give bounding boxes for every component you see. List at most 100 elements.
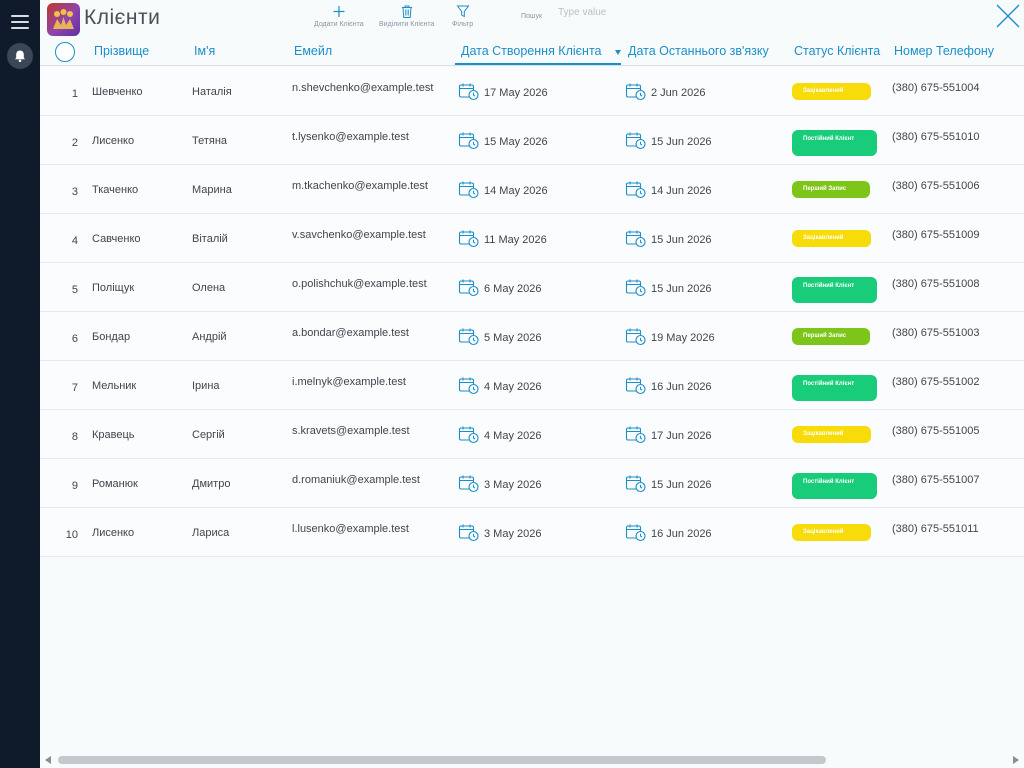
- status-badge: Зацікавлений: [792, 230, 871, 247]
- cell-created-date: 11 May 2026: [458, 228, 547, 248]
- cell-created-date: 5 May 2026: [458, 326, 541, 346]
- trash-icon: [401, 5, 412, 18]
- status-badge: Перший Запис: [792, 328, 870, 345]
- cell-created-date: 17 May 2026: [458, 81, 548, 101]
- status-badge: Постійний Клієнт: [792, 130, 877, 156]
- table-row[interactable]: 3 Ткаченко Марина m.tkachenko@example.test 1…: [40, 165, 1024, 214]
- last-contact-date-text: 14 Jun 2026: [651, 185, 712, 197]
- cell-created-date: 3 May 2026: [458, 473, 541, 493]
- hamburger-menu-icon[interactable]: [11, 15, 29, 29]
- sort-descending-icon[interactable]: [615, 50, 621, 55]
- column-header-email[interactable]: Емейл: [294, 44, 332, 58]
- table-row[interactable]: 8 Кравець Сергій s.kravets@example.test 4 Ma…: [40, 410, 1024, 459]
- last-contact-date-text: 2 Jun 2026: [651, 87, 706, 99]
- cell-surname: Савченко: [92, 233, 141, 245]
- created-date-text: 17 May 2026: [484, 87, 548, 99]
- cell-created-date: 14 May 2026: [458, 179, 548, 199]
- scroll-left-icon[interactable]: [45, 756, 51, 764]
- cell-phone: (380) 675-551008: [892, 278, 980, 290]
- select-client-button[interactable]: Виділити Клієнта: [379, 4, 434, 28]
- calendar-icon: [625, 132, 646, 150]
- sorted-column-indicator: [455, 63, 621, 65]
- cell-email: t.lysenko@example.test: [292, 131, 409, 143]
- column-header-last-contact[interactable]: Дата Останнього зв'язку: [628, 44, 769, 58]
- table-body: 1 Шевченко Наталія n.shevchenko@example.tes…: [40, 67, 1024, 557]
- calendar-icon: [458, 132, 479, 150]
- cell-name: Сергій: [192, 429, 225, 441]
- created-date-text: 14 May 2026: [484, 185, 548, 197]
- cell-last-contact-date: 15 Jun 2026: [625, 130, 712, 150]
- search-input[interactable]: [558, 4, 678, 20]
- table-row[interactable]: 2 Лисенко Тетяна t.lysenko@example.test 15 M…: [40, 116, 1024, 165]
- row-index: 4: [71, 235, 78, 247]
- row-index: 1: [71, 88, 78, 100]
- last-contact-date-text: 16 Jun 2026: [651, 381, 712, 393]
- column-header-surname[interactable]: Прізвище: [94, 44, 149, 58]
- calendar-icon: [458, 279, 479, 297]
- table-row[interactable]: 1 Шевченко Наталія n.shevchenko@example.tes…: [40, 67, 1024, 116]
- add-client-button[interactable]: Додати Клієнта: [314, 4, 364, 28]
- last-contact-date-text: 15 Jun 2026: [651, 136, 712, 148]
- calendar-icon: [625, 279, 646, 297]
- cell-name: Віталій: [192, 233, 228, 245]
- scroll-right-icon[interactable]: [1013, 756, 1019, 764]
- bell-icon: [14, 50, 26, 63]
- cell-last-contact-date: 14 Jun 2026: [625, 179, 712, 199]
- calendar-icon: [458, 524, 479, 542]
- table-row[interactable]: 5 Поліщук Олена o.polishchuk@example.test 6 …: [40, 263, 1024, 312]
- cell-surname: Кравець: [92, 429, 135, 441]
- notifications-button[interactable]: [7, 43, 33, 69]
- table-row[interactable]: 6 Бондар Андрій a.bondar@example.test 5 May …: [40, 312, 1024, 361]
- column-header-created[interactable]: Дата Створення Клієнта: [461, 44, 601, 58]
- calendar-icon: [625, 328, 646, 346]
- cell-name: Наталія: [192, 86, 232, 98]
- table-row[interactable]: 7 Мельник Ірина i.melnyk@example.test 4 May …: [40, 361, 1024, 410]
- status-badge: Зацікавлений: [792, 524, 871, 541]
- last-contact-date-text: 16 Jun 2026: [651, 528, 712, 540]
- cell-status: Перший Запис: [792, 165, 870, 198]
- calendar-icon: [458, 83, 479, 101]
- add-client-label: Додати Клієнта: [314, 21, 364, 28]
- table-row[interactable]: 9 Романюк Дмитро d.romaniuk@example.test 3 M…: [40, 459, 1024, 508]
- horizontal-scrollbar[interactable]: [40, 752, 1024, 768]
- column-header-phone[interactable]: Номер Телефону: [894, 44, 994, 58]
- created-date-text: 4 May 2026: [484, 430, 542, 442]
- cell-surname: Лисенко: [92, 527, 135, 539]
- calendar-icon: [458, 426, 479, 444]
- calendar-icon: [625, 426, 646, 444]
- calendar-icon: [625, 83, 646, 101]
- column-header-status[interactable]: Статус Клієнта: [794, 44, 880, 58]
- calendar-icon: [458, 328, 479, 346]
- select-all-checkbox[interactable]: [55, 42, 75, 62]
- cell-created-date: 15 May 2026: [458, 130, 548, 150]
- cell-phone: (380) 675-551004: [892, 82, 980, 94]
- search-label: Пошук: [521, 13, 543, 20]
- top-toolbar: Клієнти Додати Клієнта Виділити Клієнта …: [40, 0, 1024, 40]
- status-badge: Постійний Клієнт: [792, 277, 877, 303]
- last-contact-date-text: 15 Jun 2026: [651, 234, 712, 246]
- column-header-name[interactable]: Ім'я: [194, 44, 215, 58]
- close-button[interactable]: [994, 2, 1022, 30]
- cell-status: Перший Запис: [792, 312, 870, 345]
- cell-created-date: 4 May 2026: [458, 424, 541, 444]
- cell-phone: (380) 675-551005: [892, 425, 980, 437]
- table-row[interactable]: 10 Лисенко Лариса l.lusenko@example.test 3 M…: [40, 508, 1024, 557]
- cell-last-contact-date: 2 Jun 2026: [625, 81, 705, 101]
- cell-status: Постійний Клієнт: [792, 459, 877, 499]
- cell-last-contact-date: 15 Jun 2026: [625, 277, 712, 297]
- calendar-icon: [625, 181, 646, 199]
- cell-name: Олена: [192, 282, 226, 294]
- cell-email: n.shevchenko@example.test: [292, 82, 434, 94]
- row-index: 3: [71, 186, 78, 198]
- cell-name: Тетяна: [192, 135, 228, 147]
- table-row[interactable]: 4 Савченко Віталій v.savchenko@example.test…: [40, 214, 1024, 263]
- cell-status: Постійний Клієнт: [792, 116, 877, 156]
- close-icon: [996, 4, 1020, 28]
- last-contact-date-text: 19 May 2026: [651, 332, 715, 344]
- status-badge: Постійний Клієнт: [792, 375, 877, 401]
- plus-icon: [333, 6, 345, 17]
- cell-status: Постійний Клієнт: [792, 263, 877, 303]
- scrollbar-thumb[interactable]: [58, 756, 826, 764]
- filter-button[interactable]: Фільтр: [452, 4, 473, 28]
- cell-phone: (380) 675-551009: [892, 229, 980, 241]
